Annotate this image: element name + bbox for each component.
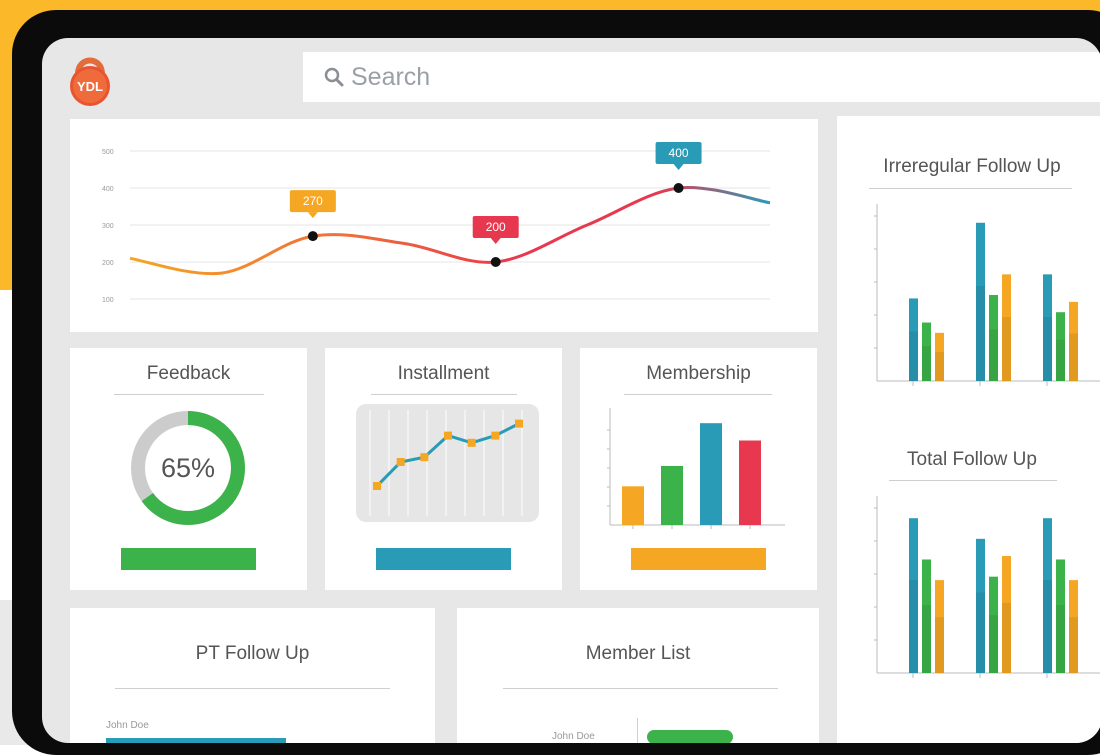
data-point (490, 257, 501, 267)
bar-shade (1002, 317, 1011, 381)
y-tick-label: 300 (102, 223, 114, 230)
divider (115, 688, 390, 689)
divider (869, 188, 1072, 189)
follow-up-panel: Irreregular Follow Up Total Follow Up (837, 116, 1100, 743)
total-follow-up-chart[interactable] (837, 496, 1100, 696)
member-axis (637, 718, 638, 743)
bar-shade (1043, 317, 1052, 381)
bar (622, 486, 644, 525)
bar-shade (976, 286, 985, 381)
app-logo[interactable]: YDL (68, 52, 112, 108)
bar-shade (976, 592, 985, 673)
membership-card[interactable]: Membership (580, 348, 817, 590)
installment-line-chart (356, 404, 539, 522)
data-point (307, 231, 318, 242)
installment-card[interactable]: Installment (325, 348, 562, 590)
dashboard-screen: YDL Search 100 200 300 400 500 270 200 400 Irre… (42, 38, 1100, 743)
divider (503, 688, 778, 689)
membership-bar[interactable] (631, 548, 766, 570)
logo-text: YDL (77, 79, 103, 94)
installment-title: Installment (397, 363, 490, 384)
chart-background (356, 404, 539, 522)
y-tick-label: 500 (102, 149, 114, 156)
main-chart-card: 100 200 300 400 500 270 200 400 (70, 119, 818, 332)
bar-shade (1002, 602, 1011, 673)
data-point (515, 419, 523, 428)
y-tick-label: 400 (102, 186, 114, 193)
y-tick-label: 200 (102, 260, 114, 267)
bar-shade (909, 331, 918, 381)
bar-shade (922, 604, 931, 673)
bar-shade (935, 617, 944, 673)
value-tag-label: 400 (669, 146, 689, 160)
member-list-card: Member List John Doe (457, 608, 819, 743)
total-follow-up-title: Total Follow Up (907, 449, 1037, 470)
search-input[interactable]: Search (351, 63, 430, 92)
data-point (467, 438, 476, 447)
data-point (444, 431, 452, 440)
y-tick-label: 100 (102, 297, 114, 304)
bar (700, 423, 722, 525)
feedback-card[interactable]: Feedback 65% (70, 348, 307, 590)
divider (114, 394, 264, 395)
data-point (673, 183, 684, 193)
data-point (420, 453, 429, 462)
kettlebell-logo-icon: YDL (70, 57, 110, 106)
feedback-donut: 65% (128, 408, 248, 528)
value-tag-pointer (307, 212, 318, 219)
bar-shade (909, 580, 918, 673)
bar (739, 440, 761, 525)
divider (889, 480, 1057, 481)
pt-follow-up-title: PT Follow Up (195, 643, 310, 664)
search-icon (324, 67, 344, 87)
bar-shade (1043, 580, 1052, 673)
bar-shade (989, 329, 998, 381)
main-line-chart[interactable]: 100 200 300 400 500 270 200 400 (70, 119, 818, 332)
line-series (129, 185, 771, 276)
bar-shade (1056, 339, 1065, 381)
bar-shade (1056, 604, 1065, 673)
data-point (396, 458, 405, 466)
data-point (373, 482, 381, 490)
value-tag-pointer (673, 164, 684, 170)
membership-bar-chart (607, 408, 785, 529)
pt-follow-up-card: PT Follow Up John Doe (70, 608, 435, 743)
bar-shade (989, 615, 998, 673)
value-tag-pointer (490, 238, 501, 244)
pt-progress-bar (106, 738, 286, 743)
value-tag-label: 200 (486, 220, 506, 234)
search-bar[interactable]: Search (303, 52, 1100, 102)
irregular-follow-up-chart[interactable] (837, 204, 1100, 404)
bar (661, 465, 683, 525)
feedback-title: Feedback (146, 363, 231, 384)
installment-bar[interactable] (376, 548, 511, 570)
feedback-percent: 65% (160, 453, 216, 483)
pt-person-name: John Doe (106, 720, 149, 731)
data-point (491, 431, 500, 440)
bar-shade (1069, 333, 1078, 381)
value-tag-label: 270 (303, 194, 323, 208)
feedback-bar[interactable] (121, 548, 256, 570)
member-list-title: Member List (585, 643, 691, 664)
tablet-frame: YDL Search 100 200 300 400 500 270 200 400 Irre… (12, 10, 1100, 755)
divider (371, 394, 517, 395)
irregular-follow-up-title: Irreregular Follow Up (883, 156, 1061, 177)
member-progress-bar[interactable] (647, 730, 733, 743)
bar-shade (935, 352, 944, 381)
bar-shade (1069, 617, 1078, 673)
member-name: John Doe (552, 731, 595, 742)
membership-title: Membership (646, 363, 751, 384)
divider (624, 394, 772, 395)
bar-shade (922, 345, 931, 381)
